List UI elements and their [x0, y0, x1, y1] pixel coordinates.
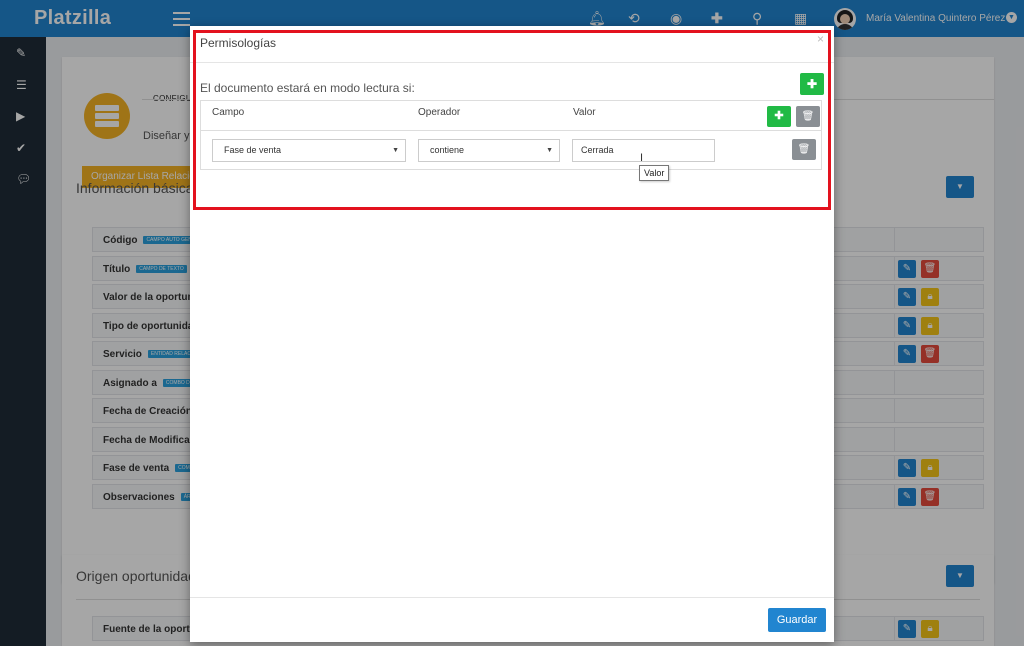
save-button[interactable]: Guardar: [768, 608, 826, 632]
permissions-modal: Permisologías × El documento estará en m…: [190, 26, 834, 642]
modal-footer-divider: [190, 597, 834, 598]
highlight-box: [193, 30, 831, 210]
